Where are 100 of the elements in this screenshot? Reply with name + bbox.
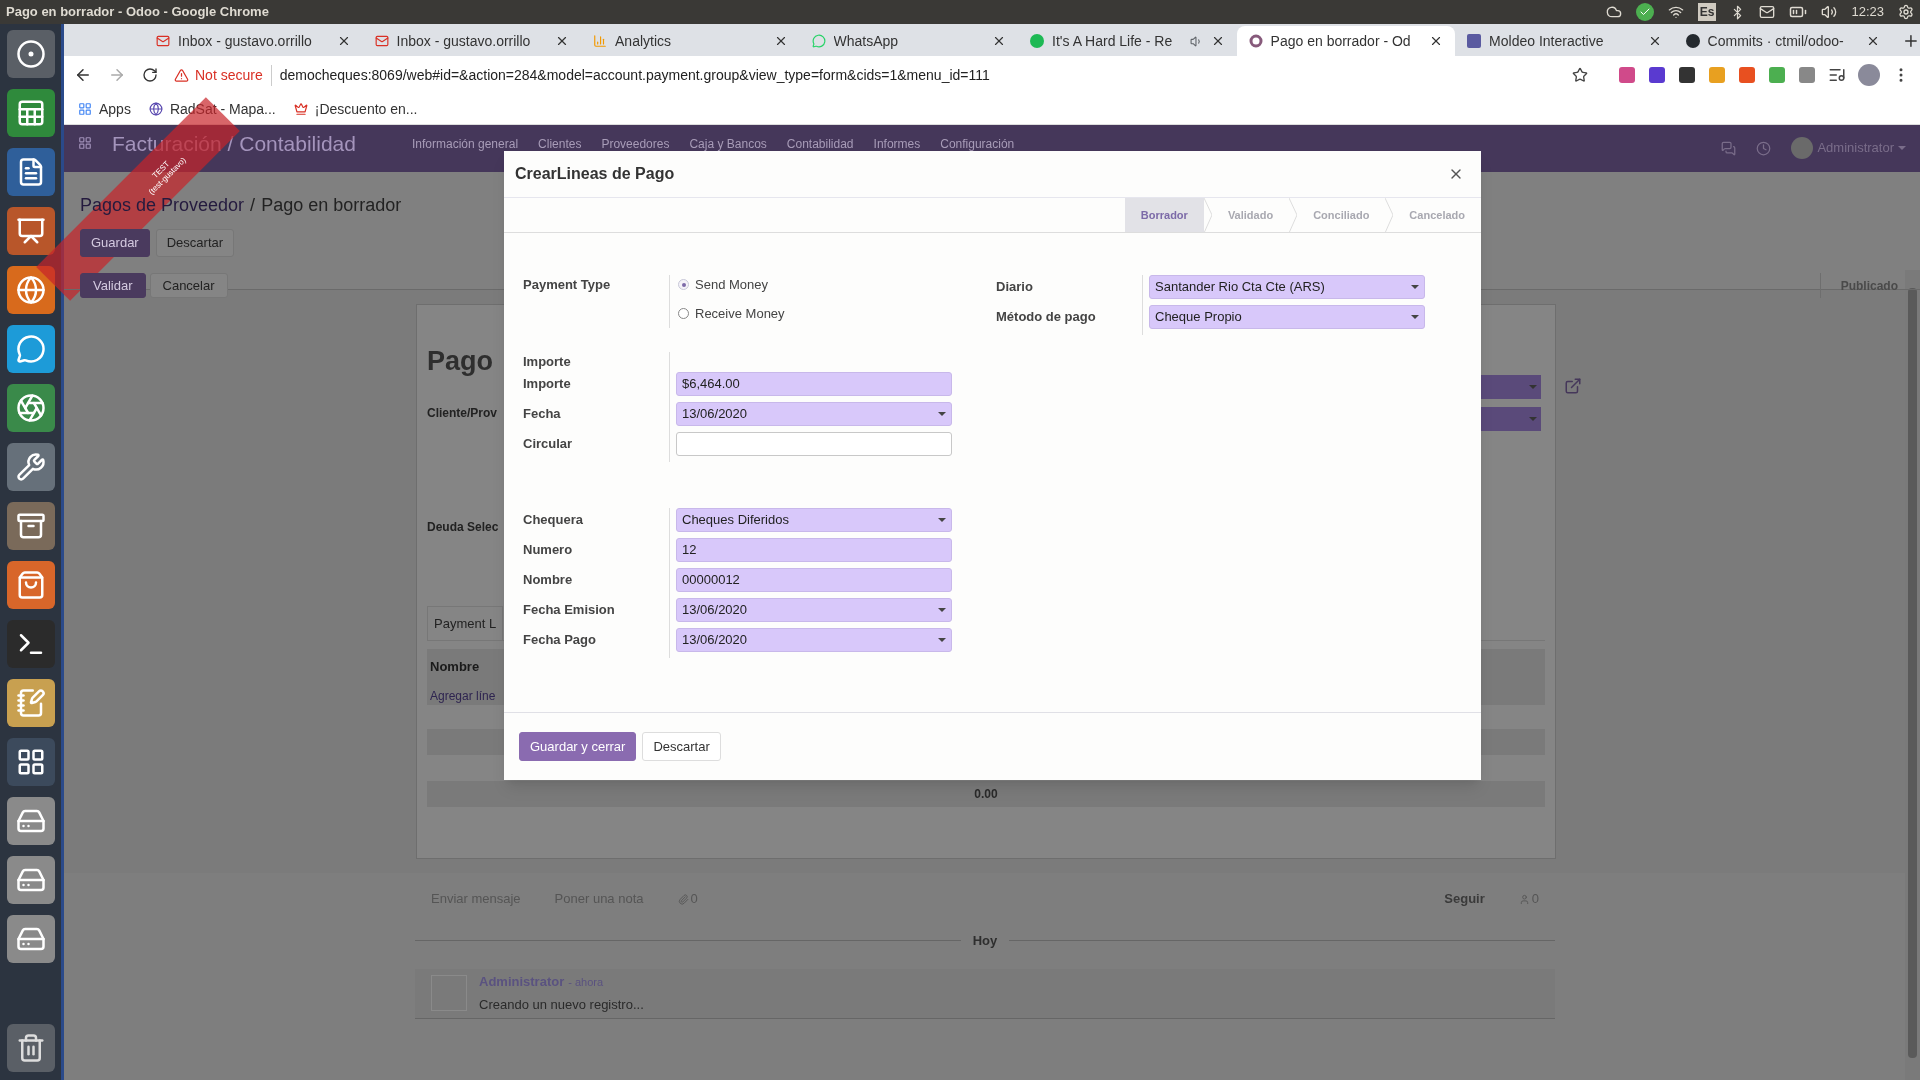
browser-tab[interactable]: It's A Hard Life - Re <box>1018 26 1237 56</box>
menu-item[interactable]: Informes <box>873 135 921 153</box>
bookmark[interactable]: Apps <box>78 98 131 120</box>
person-icon <box>1518 893 1530 905</box>
caret-icon <box>938 608 946 612</box>
square-icon <box>1467 34 1482 48</box>
presentation-icon[interactable] <box>6 207 55 255</box>
menu-item[interactable]: Proveedores <box>601 135 670 153</box>
star-icon[interactable] <box>1572 67 1588 83</box>
mail-icon <box>156 34 170 48</box>
cloud-icon[interactable] <box>1605 4 1622 20</box>
extension-icon[interactable] <box>1648 66 1666 84</box>
external-link-icon[interactable] <box>1564 377 1582 395</box>
secondary-button[interactable]: Descartar <box>155 229 235 257</box>
breadcrumb-separator: / <box>250 194 256 217</box>
caret-icon <box>1529 385 1537 389</box>
ring-icon <box>1248 34 1263 48</box>
radio-button[interactable] <box>678 307 689 319</box>
mail-icon[interactable] <box>1759 4 1776 20</box>
globe-icon[interactable] <box>6 266 55 314</box>
settings-icon[interactable] <box>1898 4 1914 20</box>
radio-button[interactable] <box>678 279 689 291</box>
menu-item[interactable]: Información general <box>412 135 519 153</box>
volume-icon[interactable] <box>1821 4 1838 20</box>
menu-item[interactable]: Caja y Bancos <box>689 135 767 153</box>
browser-tab[interactable]: Pago en borrador - Od <box>1236 26 1456 56</box>
notepad-icon[interactable] <box>6 679 55 727</box>
select-field[interactable]: Cheque Propio <box>1149 305 1425 329</box>
wifi-icon[interactable] <box>1667 4 1684 20</box>
field-label: Payment Type <box>522 276 612 294</box>
mail-icon <box>374 34 389 48</box>
menu-item[interactable]: Contabilidad <box>786 135 854 153</box>
terminal-icon[interactable] <box>6 620 55 668</box>
notebook-tab[interactable]: Payment L <box>427 605 504 640</box>
menu-item[interactable]: Configuración <box>940 135 1015 153</box>
crown-icon <box>293 102 308 116</box>
new-tab-icon[interactable] <box>1902 32 1920 50</box>
wrench-icon[interactable] <box>6 443 55 491</box>
shopping-bag-icon[interactable] <box>6 561 55 609</box>
browser-tab[interactable]: WhatsApp <box>799 26 1019 56</box>
select-field[interactable]: 13/06/2020 <box>676 628 952 652</box>
primary-button[interactable]: Validar <box>80 273 146 298</box>
check-icon[interactable] <box>1635 3 1654 21</box>
field-label: Deuda Selec <box>427 518 499 536</box>
menu-item[interactable]: Clientes <box>538 135 582 153</box>
spreadsheet-icon[interactable] <box>6 89 55 137</box>
aperture-icon[interactable] <box>6 384 55 432</box>
warning-icon <box>174 67 189 83</box>
browser-tab[interactable]: Analytics <box>581 26 800 56</box>
primary-button[interactable]: Guardar y cerrar <box>519 732 637 761</box>
field-label: Importe <box>522 375 572 393</box>
grid-icon[interactable] <box>6 738 55 786</box>
input-field[interactable]: 00000012 <box>676 568 952 592</box>
select-field[interactable]: Santander Rio Cta Cte (ARS) <box>1149 275 1425 299</box>
radio-option[interactable]: Send Money <box>678 275 785 295</box>
caret-icon <box>938 412 946 416</box>
primary-button[interactable]: Guardar <box>80 229 150 257</box>
select-field[interactable]: 13/06/2020 <box>676 402 952 426</box>
total-row: 0.00 <box>427 781 1545 807</box>
security-label: Not secure <box>195 65 263 85</box>
back-icon[interactable] <box>74 66 92 84</box>
date-separator: Hoy <box>972 932 998 950</box>
field-label: Circular <box>522 435 574 453</box>
secondary-button[interactable]: Cancelar <box>149 273 228 298</box>
status-stage[interactable]: Borrador <box>1124 198 1204 232</box>
browser-tab[interactable]: Moldeo Interactive <box>1455 26 1674 56</box>
select-field[interactable]: 13/06/2020 <box>676 598 952 622</box>
browser-tab[interactable]: Commits · ctmil/odoo- <box>1673 26 1893 56</box>
profile-avatar[interactable] <box>1858 64 1880 86</box>
hard-drive-icon[interactable] <box>6 797 55 845</box>
globe-icon <box>148 102 163 116</box>
paperclip-icon <box>677 893 689 905</box>
extension-icon[interactable] <box>1678 66 1696 84</box>
caret-icon <box>1898 146 1906 150</box>
chat-bubble-icon[interactable] <box>6 325 55 373</box>
hard-drive-icon[interactable] <box>6 915 55 963</box>
select-field[interactable] <box>1481 375 1541 399</box>
select-field[interactable] <box>1481 407 1541 431</box>
media-icon[interactable] <box>1828 66 1846 84</box>
field-label: Método de pago <box>995 308 1097 326</box>
browser-tab[interactable]: Inbox - gustavo.orrillo <box>144 26 363 56</box>
radio-option[interactable]: Receive Money <box>678 303 785 323</box>
bookmark[interactable]: ¡Descuento en... <box>293 98 418 120</box>
apps-menu-icon[interactable] <box>78 136 92 150</box>
scrollbar[interactable] <box>1905 270 1920 1080</box>
input-field[interactable] <box>676 432 952 456</box>
keyboard-indicator[interactable]: Es <box>1697 3 1717 21</box>
archive-icon[interactable] <box>6 502 55 550</box>
browser-tab[interactable]: Inbox - gustavo.orrillo <box>362 26 582 56</box>
document-icon[interactable] <box>6 148 55 196</box>
select-field[interactable]: Cheques Diferidos <box>676 508 952 532</box>
hard-drive-icon[interactable] <box>6 856 55 904</box>
clock[interactable]: 12:23 <box>1851 2 1884 22</box>
input-field[interactable]: $6,464.00 <box>676 372 952 396</box>
input-field[interactable]: 12 <box>676 538 952 562</box>
bar-chart-icon <box>593 34 608 48</box>
secondary-button[interactable]: Descartar <box>642 732 721 761</box>
reload-icon[interactable] <box>142 67 158 83</box>
trash-icon[interactable] <box>6 1024 55 1072</box>
window-title: Pago en borrador - Odoo - Google Chrome <box>6 3 269 22</box>
